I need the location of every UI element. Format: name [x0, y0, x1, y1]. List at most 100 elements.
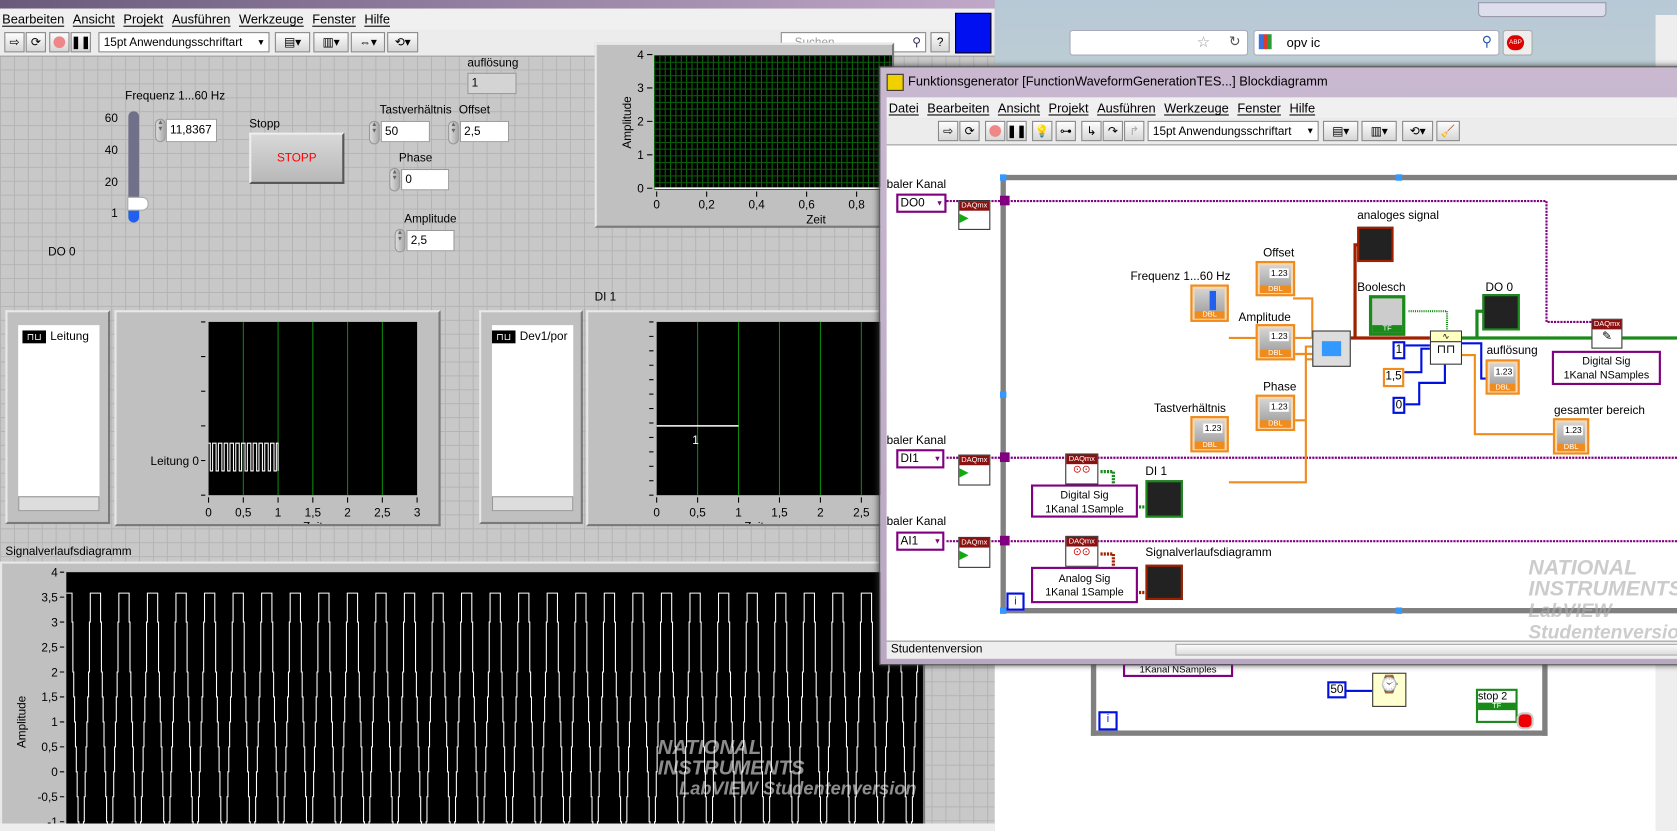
search-icon: ⚲ — [912, 36, 921, 50]
slider-scale-1: 1 — [111, 207, 118, 221]
menu-bearbeiten[interactable]: Bearbeiten — [0, 12, 71, 27]
write-mode-ring[interactable]: Digital Sig 1Kanal NSamples — [1551, 350, 1661, 386]
retain-wire-values-button[interactable]: ⊶ — [1055, 120, 1076, 142]
read-analog-ring[interactable]: Analog Sig 1Kanal 1Sample — [1030, 566, 1138, 604]
font-select[interactable]: 15pt Anwendungsschriftart ▼ — [1147, 120, 1319, 142]
menu-ausfuehren[interactable]: Ausführen — [1095, 101, 1162, 116]
diagram-canvas[interactable]: baler Kanal DO0 ▼ DAQmx ▶ baler Kanal DI1 ▼… — [886, 145, 1677, 641]
tastverhaeltnis-spinner[interactable]: ▲ ▼ — [368, 120, 380, 145]
window-controls[interactable] — [1478, 2, 1607, 18]
abort-button[interactable] — [985, 120, 1006, 142]
daqmx-start-ai1[interactable]: DAQmx ▶ — [958, 536, 991, 568]
watermark: NATIONAL INSTRUMENTS LabVIEW Studentenve… — [657, 736, 917, 799]
reload-icon[interactable]: ↻ — [1229, 33, 1241, 50]
bookmark-star-icon[interactable]: ☆ — [1197, 33, 1210, 51]
diagram-hscrollbar[interactable] — [1175, 643, 1677, 656]
menu-werkzeuge[interactable]: Werkzeuge — [237, 12, 310, 27]
di1-legend: ⊓⊔ Dev1/por — [479, 310, 583, 525]
amplitude-spinner[interactable]: ▲ ▼ — [394, 228, 406, 253]
align-objects-button[interactable]: ▤▾ — [1322, 120, 1359, 142]
menu-werkzeuge[interactable]: Werkzeuge — [1162, 101, 1235, 116]
legend-list[interactable]: ⊓⊔ Dev1/por — [491, 325, 574, 497]
offset-terminal[interactable]: 1.23 DBL — [1255, 260, 1296, 297]
tastverhaeltnis-input[interactable]: 50 — [380, 120, 430, 143]
distribute-objects-button[interactable]: ▥▾ — [313, 32, 349, 53]
menu-hilfe[interactable]: Hilfe — [362, 12, 396, 27]
boolesch-terminal[interactable]: TF — [1368, 295, 1406, 336]
menu-fenster[interactable]: Fenster — [1235, 101, 1287, 116]
di1-chart-svg: 00,511,522,5Zeit1 — [649, 321, 895, 533]
const-50[interactable]: 50 — [1327, 681, 1347, 699]
legend-scrollbar[interactable] — [18, 496, 100, 512]
menu-ausfuehren[interactable]: Ausführen — [170, 12, 237, 27]
amplitude-terminal[interactable]: 1.23 DBL — [1255, 324, 1296, 361]
menu-projekt[interactable]: Projekt — [121, 12, 170, 27]
menu-projekt[interactable]: Projekt — [1046, 101, 1095, 116]
font-select[interactable]: 15pt Anwendungsschriftart ▼ — [98, 32, 270, 53]
const-1-5[interactable]: 1,5 — [1382, 367, 1405, 388]
step-into-button[interactable]: ↳ — [1081, 120, 1102, 142]
pause-button[interactable]: ❚❚ — [1006, 120, 1027, 142]
y-tick-label: 1,5 — [41, 691, 58, 704]
menu-ansicht[interactable]: Ansicht — [71, 12, 122, 27]
const-0[interactable]: 0 — [1392, 396, 1406, 414]
phase-terminal[interactable]: 1.23 DBL — [1255, 394, 1296, 432]
clean-up-diagram-button[interactable]: 🧹 — [1436, 120, 1460, 142]
menu-datei[interactable]: Datei — [887, 101, 926, 116]
run-button[interactable]: ⇨ — [937, 120, 959, 142]
adblock-button[interactable]: ABP — [1502, 29, 1533, 56]
slider-thumb[interactable] — [127, 196, 149, 211]
run-continuously-button[interactable]: ⟳ — [959, 120, 980, 142]
digital-pattern-node[interactable]: ∿ ⊓⊓ — [1429, 330, 1463, 365]
ai1-channel-const[interactable]: AI1 ▼ — [896, 531, 945, 551]
reorder-button[interactable]: ⟲▾ — [387, 32, 419, 53]
frequenz-spinner[interactable]: ▲ ▼ — [155, 118, 166, 143]
daqmx-start-do0[interactable]: DAQmx ▶ — [958, 199, 991, 230]
resize-objects-button[interactable]: ⇔▾ — [350, 32, 386, 53]
front-panel-hscrollbar[interactable] — [0, 823, 995, 831]
menu-ansicht[interactable]: Ansicht — [996, 101, 1047, 116]
distribute-objects-button[interactable]: ▥▾ — [1361, 120, 1397, 142]
menu-fenster[interactable]: Fenster — [310, 12, 362, 27]
y-tick-label: 0 — [637, 183, 644, 196]
step-over-button[interactable]: ↷ — [1102, 120, 1123, 142]
menu-hilfe[interactable]: Hilfe — [1287, 101, 1321, 116]
abort-button[interactable] — [49, 32, 70, 53]
frequenz-input[interactable]: 11,8367 — [165, 118, 218, 143]
const-1[interactable]: 1 — [1392, 341, 1406, 360]
daqmx-write-node[interactable]: DAQmx ✎ — [1591, 318, 1623, 349]
legend-list[interactable]: ⊓⊔ Leitung — [18, 325, 100, 497]
analoges-signal-label: analoges signal — [1357, 209, 1439, 223]
menu-bearbeiten[interactable]: Bearbeiten — [925, 101, 996, 116]
phase-input[interactable]: 0 — [401, 168, 450, 191]
browser-address-bar[interactable]: ☆ ↻ — [1069, 29, 1249, 56]
align-objects-button[interactable]: ▤▾ — [274, 32, 311, 53]
x-tick-label: 0,4 — [748, 199, 765, 212]
tastverhaeltnis-terminal[interactable]: 1.23 DBL — [1190, 416, 1229, 453]
frequenz-slider-terminal[interactable]: DBL — [1190, 284, 1229, 322]
do0-digital-terminal — [1482, 294, 1520, 331]
do0-channel-const[interactable]: DO0 ▼ — [896, 193, 947, 213]
search-magnifier-icon[interactable]: ⚲ — [1482, 33, 1492, 50]
step-out-button[interactable]: ↱ — [1124, 120, 1145, 142]
phase-spinner[interactable]: ▲ ▼ — [389, 167, 400, 192]
taskbar-strip — [0, 0, 995, 9]
stopp-button[interactable]: STOPP — [249, 132, 345, 184]
offset-spinner[interactable]: ▲ ▼ — [448, 120, 459, 145]
legend-scrollbar[interactable] — [491, 496, 574, 512]
run-button[interactable]: ⇨ — [4, 32, 25, 53]
di1-channel-const[interactable]: DI1 ▼ — [896, 449, 945, 469]
simulate-signal-node[interactable] — [1312, 330, 1351, 367]
daqmx-read-digital-node[interactable]: DAQmx ⊙⊙ — [1065, 453, 1099, 485]
run-continuously-button[interactable]: ⟳ — [25, 32, 46, 53]
offset-input[interactable]: 2,5 — [459, 120, 510, 143]
daqmx-read-analog-node[interactable]: DAQmx ⊙⊙ — [1065, 535, 1099, 567]
browser-search-box[interactable]: opv ic ⚲ — [1253, 29, 1500, 56]
daqmx-start-di1[interactable]: DAQmx ▶ — [958, 454, 991, 486]
highlight-execution-button[interactable]: 💡 — [1032, 120, 1053, 142]
amplitude-input[interactable]: 2,5 — [406, 229, 455, 252]
help-button[interactable]: ? — [930, 32, 950, 53]
reorder-button[interactable]: ⟲▾ — [1402, 120, 1434, 142]
read-digital-ring[interactable]: Digital Sig 1Kanal 1Sample — [1030, 484, 1138, 518]
pause-button[interactable]: ❚❚ — [70, 32, 91, 53]
